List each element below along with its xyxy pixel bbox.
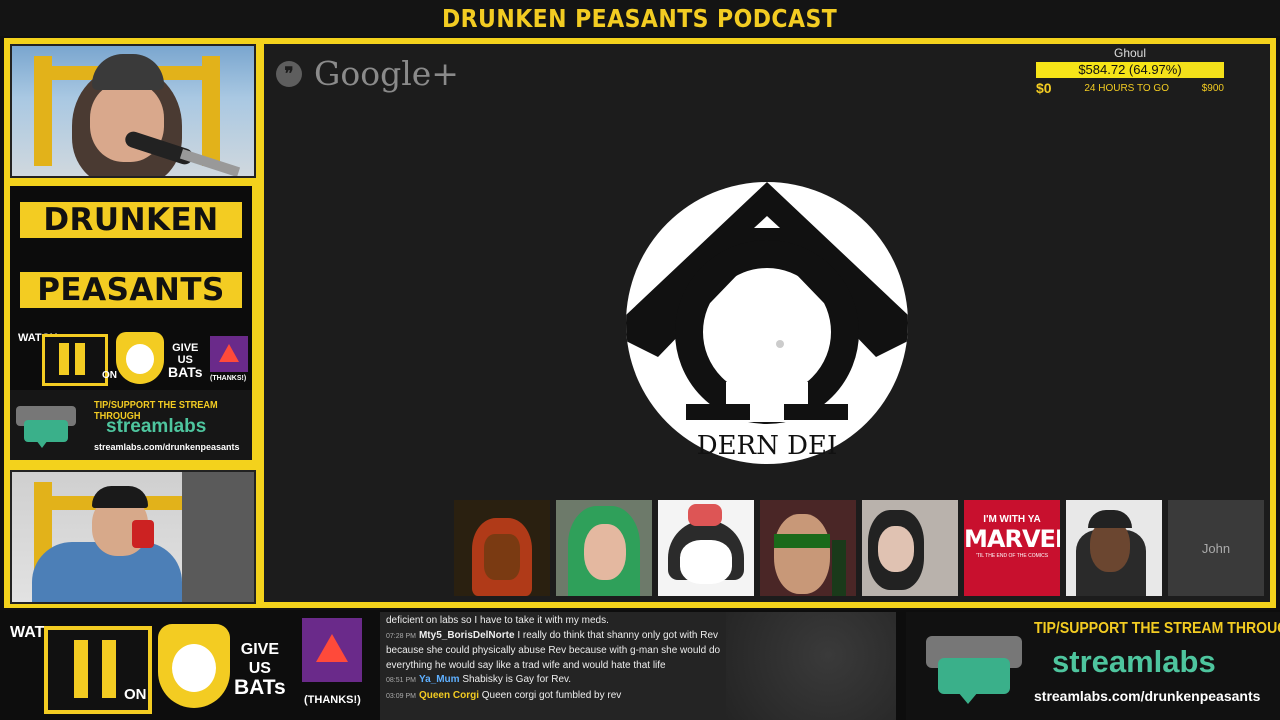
participant-thumb[interactable]: I'M WITH YA MARVEL 'TIL THE END OF THE C… bbox=[964, 500, 1060, 596]
chat-message: 03:09 PM Queen Corgi Queen corgi got fumb… bbox=[386, 689, 622, 701]
bottom-thanks-label: (THANKS!) bbox=[304, 694, 361, 706]
participant-strip: I'M WITH YA MARVEL 'TIL THE END OF THE C… bbox=[454, 500, 1264, 596]
participant-thumb[interactable] bbox=[862, 500, 958, 596]
bottom-tip-heading: TIP/SUPPORT THE STREAM THROUGH bbox=[1034, 620, 1280, 637]
participant-thumb[interactable] bbox=[556, 500, 652, 596]
bottom-give-label: GIVE bbox=[240, 641, 279, 658]
bottom-tip-box[interactable]: TIP/SUPPORT THE STREAM THROUGH streamlab… bbox=[906, 612, 1280, 720]
goal-amount: $584.72 (64.97%) bbox=[1078, 62, 1182, 77]
webcam-host-top bbox=[10, 44, 256, 178]
give-label: GIVE bbox=[172, 342, 199, 354]
bottom-on-label: ON bbox=[124, 686, 147, 703]
streamlabs-icon bbox=[16, 406, 76, 448]
streamlabs-url[interactable]: streamlabs.com/drunkenpeasants bbox=[94, 442, 240, 452]
bat-token-icon bbox=[210, 336, 248, 372]
goal-min: $0 bbox=[1036, 80, 1052, 96]
thanks-label: (THANKS!) bbox=[210, 375, 247, 382]
speaker-avatar: DERN DEI bbox=[626, 182, 908, 464]
participant-thumb[interactable] bbox=[454, 500, 550, 596]
watch-on-dlive[interactable]: WATCH ON bbox=[18, 332, 117, 386]
hangouts-icon: ❞ bbox=[276, 60, 302, 87]
hangout-stage: ❞ Google+ Ghoul $584.72 (64.97%) $0 24 H… bbox=[264, 44, 1270, 602]
donation-goal: Ghoul $584.72 (64.97%) $0 24 HOURS TO GO… bbox=[1036, 46, 1224, 96]
bottom-bat-token-icon bbox=[302, 618, 362, 682]
participant-thumb[interactable] bbox=[658, 500, 754, 596]
page-title: DRUNKEN PEASANTS PODCAST bbox=[442, 3, 838, 33]
chat-username[interactable]: Ya_Mum bbox=[419, 674, 460, 685]
participant-name: John bbox=[1201, 540, 1231, 556]
brand-panel: DRUNKEN PEASANTS WATCH ON GIVE US BATs (… bbox=[10, 186, 252, 460]
goal-name: Ghoul bbox=[1113, 46, 1147, 60]
title-bar: DRUNKEN PEASANTS PODCAST bbox=[0, 0, 1280, 36]
tip-box-left[interactable]: TIP/SUPPORT THE STREAM THROUGH streamlab… bbox=[10, 390, 252, 460]
bottom-streamlabs-url[interactable]: streamlabs.com/drunkenpeasants bbox=[1034, 688, 1260, 704]
avatar-caption: DERN DEI bbox=[697, 431, 838, 461]
chat-username[interactable]: Queen Corgi bbox=[419, 690, 479, 701]
chat-message: deficient on labs so I have to take it w… bbox=[386, 615, 609, 626]
on-label: ON bbox=[102, 370, 117, 381]
bottom-bats-label: BATs bbox=[234, 676, 286, 699]
participant-thumb[interactable] bbox=[760, 500, 856, 596]
brand-word-peasants: PEASANTS bbox=[20, 272, 242, 308]
webcam-host-bottom bbox=[10, 470, 256, 604]
bottom-streamlabs-logo: streamlabs bbox=[1052, 644, 1216, 679]
bats-label: BATs bbox=[168, 364, 203, 380]
chat-username[interactable]: Mty5_BorisDelNorte bbox=[419, 630, 515, 641]
bottom-brave-lion-icon bbox=[158, 624, 230, 708]
streamlabs-logo: streamlabs bbox=[106, 416, 207, 437]
platform-name: Google+ bbox=[314, 54, 459, 93]
brave-lion-icon bbox=[116, 332, 164, 384]
goal-time-left: 24 HOURS TO GO bbox=[1084, 82, 1169, 94]
chat-feed[interactable]: deficient on labs so I have to take it w… bbox=[380, 612, 896, 720]
goal-max: $900 bbox=[1201, 82, 1224, 94]
chat-message: 08:51 PM Ya_Mum Shabisky is Gay for Rev. bbox=[386, 674, 572, 685]
brand-word-drunken: DRUNKEN bbox=[20, 202, 242, 238]
goal-progress-bar: $584.72 (64.97%) bbox=[1036, 62, 1224, 78]
chat-message: 07:28 PM Mty5_BorisDelNorte I really do t… bbox=[386, 629, 721, 671]
participant-thumb[interactable]: John bbox=[1168, 500, 1264, 596]
google-plus-brand: ❞ Google+ bbox=[276, 54, 459, 93]
participant-thumb[interactable] bbox=[1066, 500, 1162, 596]
dlive-logo-icon bbox=[42, 334, 108, 386]
bottom-streamlabs-icon bbox=[926, 636, 1022, 706]
